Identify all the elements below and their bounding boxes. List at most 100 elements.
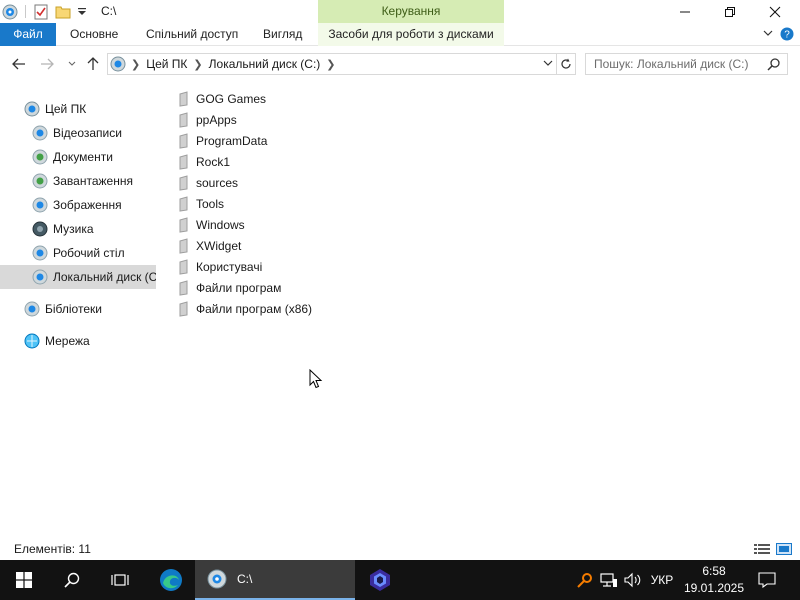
- breadcrumb-this-pc[interactable]: Цей ПК: [146, 57, 187, 71]
- customize-quick-access-icon[interactable]: [72, 2, 92, 22]
- nav-item-videos[interactable]: Відеозаписи: [0, 121, 156, 145]
- breadcrumb-chevron-icon[interactable]: ❯: [131, 58, 140, 71]
- folder-name: GOG Games: [196, 91, 267, 106]
- help-icon[interactable]: ?: [780, 27, 794, 44]
- search-input[interactable]: [586, 54, 756, 74]
- task-view-icon[interactable]: [96, 560, 144, 600]
- address-bar[interactable]: ❯ Цей ПК ❯ Локальний диск (C:) ❯: [107, 53, 557, 75]
- nav-item-desktop[interactable]: Робочий стіл: [0, 241, 156, 265]
- nav-item-music[interactable]: Музика: [0, 217, 156, 241]
- nav-item-label: Локальний диск (C:): [53, 270, 156, 284]
- expand-ribbon-icon[interactable]: [762, 27, 774, 42]
- nav-item-this-pc[interactable]: Цей ПК: [0, 97, 156, 121]
- folder-item-xwidget[interactable]: XWidget: [175, 235, 241, 256]
- taskbar-explorer-window[interactable]: C:\: [195, 560, 355, 600]
- nav-item-label: Бібліотеки: [45, 302, 102, 316]
- folder-item-gog-games[interactable]: GOG Games: [175, 88, 266, 109]
- tab-file[interactable]: Файл: [0, 23, 56, 46]
- notifications-icon[interactable]: [754, 560, 780, 600]
- nav-item-network[interactable]: Мережа: [0, 329, 156, 353]
- nav-item-local-disk[interactable]: Локальний диск (C:): [0, 265, 156, 289]
- folder-icon: [179, 216, 193, 233]
- large-icons-view-icon[interactable]: [776, 542, 792, 556]
- music-icon: [32, 221, 48, 237]
- folder-item-tools[interactable]: Tools: [175, 193, 224, 214]
- nav-item-label: Зображення: [53, 198, 122, 212]
- nav-item-documents[interactable]: Документи: [0, 145, 156, 169]
- recent-locations-icon[interactable]: [62, 54, 82, 74]
- computer-icon: [24, 101, 40, 117]
- properties-icon[interactable]: [31, 2, 51, 22]
- folder-icon: [179, 300, 193, 317]
- address-history-dropdown-icon[interactable]: [542, 57, 554, 72]
- window-title: C:\: [101, 4, 117, 18]
- minimize-button[interactable]: [662, 0, 708, 23]
- explorer-app-icon[interactable]: [0, 2, 20, 22]
- clock-date: 19.01.2025: [683, 581, 745, 595]
- computer-icon: [110, 56, 126, 72]
- item-count: Елементів: 11: [14, 542, 91, 556]
- tab-drive-tools[interactable]: Засоби для роботи з дисками: [318, 23, 504, 46]
- status-bar: Елементів: 11: [0, 538, 800, 560]
- desktop-icon: [32, 245, 48, 261]
- search-taskbar-icon[interactable]: [48, 560, 96, 600]
- network-tray-icon[interactable]: [598, 560, 620, 600]
- close-button[interactable]: [752, 0, 798, 23]
- ribbon-tab-bar: Файл Основне Спільний доступ Вигляд Засо…: [0, 23, 800, 46]
- downloads-icon: [32, 173, 48, 189]
- details-view-icon[interactable]: [754, 542, 770, 556]
- tab-share[interactable]: Спільний доступ: [146, 23, 238, 46]
- folder-item-windows[interactable]: Windows: [175, 214, 245, 235]
- breadcrumb-local-disk[interactable]: Локальний диск (C:): [209, 57, 321, 71]
- volume-icon[interactable]: [622, 560, 644, 600]
- refresh-button[interactable]: [556, 53, 576, 75]
- edge-browser-icon[interactable]: [148, 560, 194, 600]
- tab-view[interactable]: Вигляд: [263, 23, 302, 46]
- maximize-button[interactable]: [707, 0, 753, 23]
- breadcrumb-chevron-icon[interactable]: ❯: [193, 58, 202, 71]
- nav-item-label: Робочий стіл: [53, 246, 125, 260]
- folder-icon: [179, 258, 193, 275]
- drive-icon: [32, 269, 48, 285]
- nav-item-libraries[interactable]: Бібліотеки: [0, 297, 156, 321]
- folder-item-sources[interactable]: sources: [175, 172, 238, 193]
- search-box[interactable]: [585, 53, 788, 75]
- mouse-cursor-icon: [309, 368, 323, 393]
- nav-item-downloads[interactable]: Завантаження: [0, 169, 156, 193]
- pictures-icon: [32, 197, 48, 213]
- navigation-row: ❯ Цей ПК ❯ Локальний диск (C:) ❯: [0, 46, 800, 82]
- folder-icon: [179, 237, 193, 254]
- folder-item-rock1[interactable]: Rock1: [175, 151, 230, 172]
- up-button[interactable]: [83, 54, 103, 74]
- folder-name: Windows: [196, 217, 245, 232]
- tab-home[interactable]: Основне: [70, 23, 118, 46]
- nav-item-label: Відеозаписи: [53, 126, 122, 140]
- folder-item-program-files-x86[interactable]: Файли програм (x86): [175, 298, 312, 319]
- nav-item-pictures[interactable]: Зображення: [0, 193, 156, 217]
- libraries-icon: [24, 301, 40, 317]
- start-button[interactable]: [0, 560, 48, 600]
- network-icon: [24, 333, 40, 349]
- clock-time: 6:58: [702, 564, 726, 578]
- folder-item-users[interactable]: Користувачі: [175, 256, 262, 277]
- documents-icon: [32, 149, 48, 165]
- folder-item-programdata[interactable]: ProgramData: [175, 130, 267, 151]
- folder-icon: [179, 174, 193, 191]
- navigation-pane: Цей ПК Відеозаписи Документи Завантаженн…: [0, 82, 156, 532]
- folder-name: Файли програм (x86): [196, 301, 313, 316]
- new-folder-icon[interactable]: [53, 2, 73, 22]
- folder-icon: [179, 90, 193, 107]
- taskbar-clock[interactable]: 6:58 19.01.2025: [680, 563, 748, 597]
- input-language[interactable]: УКР: [648, 560, 676, 600]
- breadcrumb-chevron-icon[interactable]: ❯: [326, 58, 335, 71]
- folder-name: Користувачі: [196, 259, 263, 274]
- folder-item-ppapps[interactable]: ppApps: [175, 109, 237, 130]
- taskbar: C:\ УКР 6:58 19.01.2025: [0, 560, 800, 600]
- search-icon[interactable]: [767, 57, 781, 74]
- folder-icon: [179, 153, 193, 170]
- key-icon[interactable]: [575, 560, 595, 600]
- forward-button[interactable]: [37, 54, 57, 74]
- back-button[interactable]: [9, 54, 29, 74]
- folder-item-program-files[interactable]: Файли програм: [175, 277, 281, 298]
- app-taskbar-icon[interactable]: [357, 560, 403, 600]
